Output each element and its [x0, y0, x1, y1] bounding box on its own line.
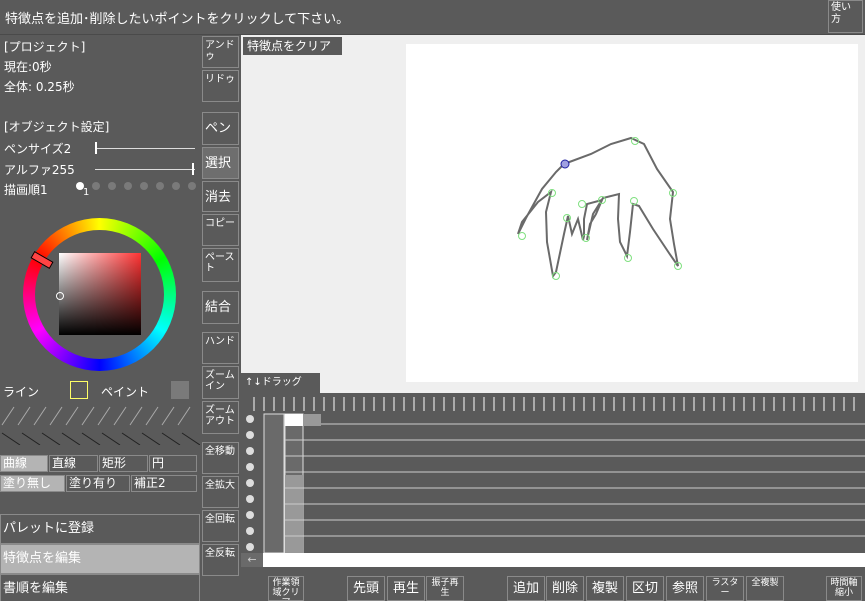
play-button[interactable]: 再生 — [387, 576, 425, 601]
sv-picker-handle[interactable] — [56, 292, 64, 300]
redo-button[interactable]: リドゥ — [202, 70, 239, 102]
pen-size-slider-handle[interactable] — [95, 142, 97, 154]
register-palette-button[interactable]: パレットに登録 — [0, 514, 200, 544]
hand-tool-button[interactable]: ハンド — [202, 332, 239, 364]
drag-handle-tab[interactable]: ↑↓ドラッグ — [241, 373, 320, 393]
swing-play-button[interactable]: 振子再生 — [426, 576, 464, 601]
zoom-in-button[interactable]: ズームイン — [202, 366, 239, 399]
line-color-swatch[interactable] — [70, 381, 88, 399]
correction-button[interactable]: 補正2 — [131, 475, 197, 492]
drawing-strokes[interactable] — [406, 44, 858, 382]
draw-order-dot[interactable] — [92, 182, 100, 190]
alpha-slider-handle[interactable] — [192, 163, 194, 175]
total-time: 全体: 0.25秒 — [4, 80, 75, 94]
no-fill-button[interactable]: 塗り無し — [0, 475, 65, 492]
timeline-scrollbar[interactable] — [263, 553, 865, 567]
first-frame-button[interactable]: 先頭 — [347, 576, 385, 601]
edit-feature-points-button[interactable]: 特徴点を編集 — [0, 544, 200, 574]
line-color-label: ライン — [3, 385, 40, 399]
alpha-label: アルファ255 — [4, 163, 75, 177]
draw-order-dot[interactable] — [188, 182, 196, 190]
duplicate-frame-button[interactable]: 複製 — [586, 576, 624, 601]
cut-frame-button[interactable]: 区切 — [626, 576, 664, 601]
instruction-bar: 特徴点を追加･削除したいポイントをクリックして下さい。 使い方 — [0, 0, 865, 35]
raster-button[interactable]: ラスター — [706, 576, 744, 601]
clear-feature-points-button[interactable]: 特徴点をクリア — [243, 37, 342, 55]
paint-color-swatch[interactable] — [171, 381, 189, 399]
timeline-back-button[interactable]: ← — [241, 553, 263, 567]
alpha-slider[interactable] — [95, 163, 195, 175]
paint-color-label: ペイント — [101, 385, 150, 399]
time-axis-shrink-button[interactable]: 時間軸縮小 — [826, 576, 862, 601]
reference-button[interactable]: 参照 — [666, 576, 704, 601]
draw-order-selector[interactable]: 1 — [76, 180, 196, 200]
instruction-text: 特徴点を追加･削除したいポイントをクリックして下さい。 — [5, 12, 350, 27]
rotate-all-button[interactable]: 全回転 — [202, 510, 239, 542]
draw-order-dot[interactable] — [140, 182, 148, 190]
copy-button[interactable]: コピー — [202, 214, 239, 246]
undo-button[interactable]: アンドゥ — [202, 36, 239, 68]
help-button[interactable]: 使い方 — [828, 0, 863, 33]
flip-all-button[interactable]: 全反転 — [202, 544, 239, 576]
copy-all-button[interactable]: 全複製 — [746, 576, 784, 601]
pen-tool-button[interactable]: ペン — [202, 112, 239, 145]
enlarge-all-button[interactable]: 全拡大 — [202, 476, 239, 508]
pen-size-label: ペンサイズ2 — [4, 142, 72, 156]
saturation-value-square[interactable] — [59, 253, 141, 335]
select-tool-button[interactable]: 選択 — [202, 147, 239, 179]
draw-order-dot[interactable] — [172, 182, 180, 190]
current-time: 現在:0秒 — [4, 60, 52, 74]
pen-size-slider[interactable] — [95, 142, 195, 154]
move-all-button[interactable]: 全移動 — [202, 442, 239, 474]
draw-order-dot[interactable] — [108, 182, 116, 190]
clear-work-area-button[interactable]: 作業領域クリア — [268, 576, 304, 601]
draw-order-index: 1 — [83, 187, 90, 198]
join-button[interactable]: 結合 — [202, 291, 239, 324]
paste-button[interactable]: ペースト — [202, 248, 239, 282]
fill-button[interactable]: 塗り有り — [66, 475, 130, 492]
delete-frame-button[interactable]: 削除 — [546, 576, 584, 601]
timeline-tracks[interactable] — [241, 393, 865, 553]
circle-mode-button[interactable]: 円 — [149, 455, 197, 472]
erase-tool-button[interactable]: 消去 — [202, 181, 239, 212]
edit-stroke-order-button[interactable]: 書順を編集 — [0, 574, 200, 601]
curve-mode-button[interactable]: 曲線 — [0, 455, 48, 472]
project-header: [プロジェクト] — [4, 40, 86, 54]
draw-order-label: 描画順1 — [4, 183, 48, 197]
object-settings-header: [オブジェクト設定] — [4, 120, 110, 134]
brush-stroke-presets[interactable] — [0, 405, 200, 445]
draw-order-dot[interactable] — [156, 182, 164, 190]
draw-order-dot[interactable] — [124, 182, 132, 190]
straight-mode-button[interactable]: 直線 — [49, 455, 98, 472]
add-frame-button[interactable]: 追加 — [507, 576, 545, 601]
rect-mode-button[interactable]: 矩形 — [99, 455, 148, 472]
zoom-out-button[interactable]: ズームアウト — [202, 401, 239, 434]
